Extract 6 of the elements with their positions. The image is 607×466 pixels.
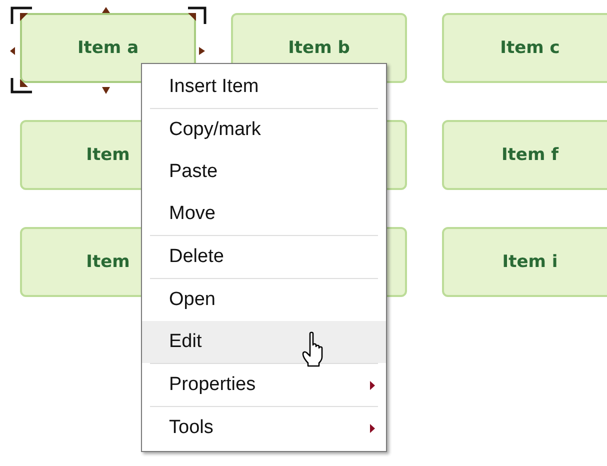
menu-item[interactable]: Delete <box>147 236 381 278</box>
menu-item[interactable]: Properties <box>147 364 381 406</box>
item-block[interactable]: Item c <box>442 13 607 83</box>
menu-item[interactable]: Tools <box>147 407 381 449</box>
item-block[interactable]: Item f <box>442 120 607 190</box>
item-block[interactable]: Item i <box>442 227 607 297</box>
